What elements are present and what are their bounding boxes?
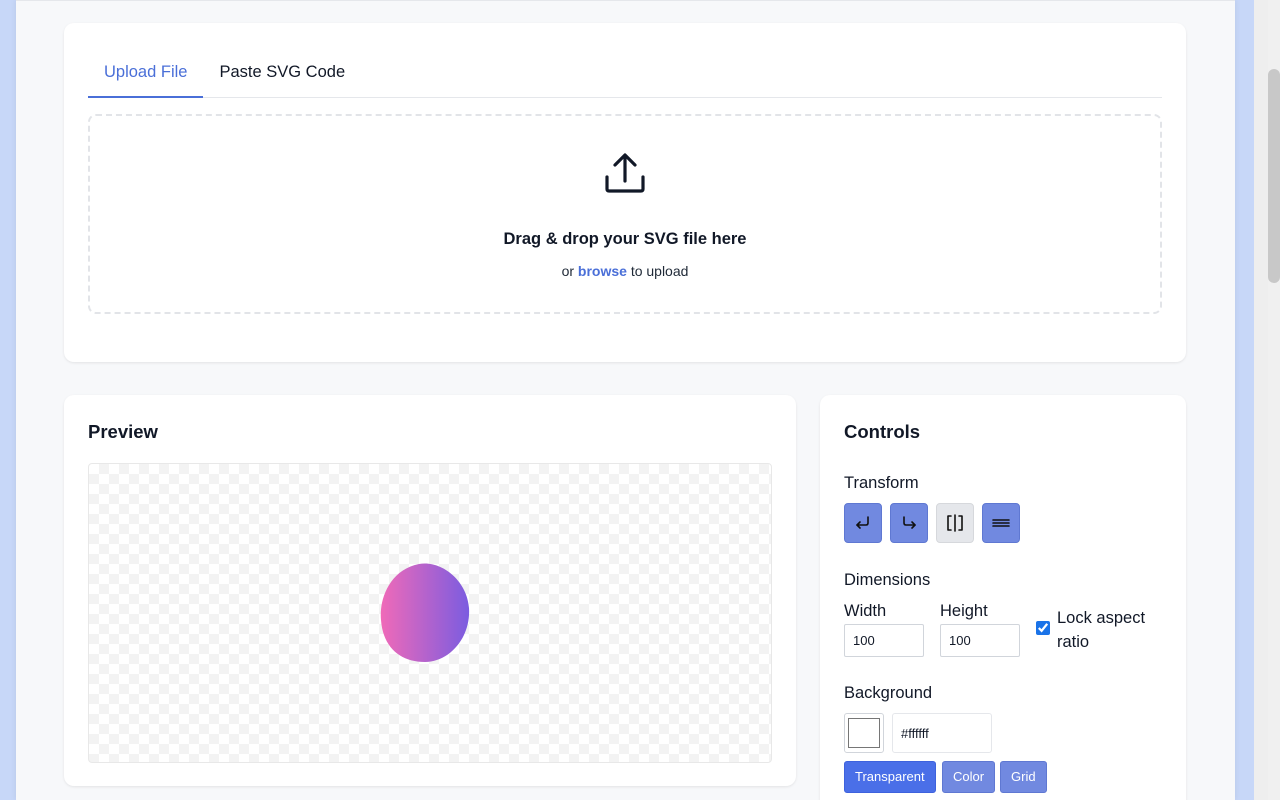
background-color-picker[interactable] <box>844 713 884 753</box>
flip-vertical-icon <box>992 519 1010 527</box>
dropzone-sub-suffix: to upload <box>630 263 689 279</box>
bg-grid-button[interactable]: Grid <box>1000 761 1047 793</box>
preview-svg-shape <box>380 563 470 662</box>
color-swatch-fill <box>848 718 880 748</box>
rotate-left-icon <box>856 516 869 529</box>
preview-title: Preview <box>88 421 158 442</box>
flip-vertical-button[interactable] <box>982 503 1020 543</box>
controls-title: Controls <box>844 421 921 442</box>
input-tabs: Upload File Paste SVG Code <box>88 61 1162 98</box>
bg-transparent-button[interactable]: Transparent <box>844 761 936 793</box>
transform-label: Transform <box>844 474 919 492</box>
lock-aspect-label: Lock aspect ratio <box>1057 609 1146 651</box>
preview-card: Preview <box>64 395 796 786</box>
bg-color-button[interactable]: Color <box>942 761 996 793</box>
dropzone-subtitle: or browse to upload <box>90 263 1160 279</box>
scrollbar-thumb[interactable] <box>1268 69 1280 283</box>
upload-icon <box>605 153 645 193</box>
browse-link[interactable]: browse <box>578 263 627 279</box>
height-input[interactable] <box>940 624 1020 657</box>
page: Upload File Paste SVG Code Drag & drop y… <box>16 0 1235 800</box>
tab-paste-svg-code[interactable]: Paste SVG Code <box>203 61 361 98</box>
tab-upload-file[interactable]: Upload File <box>88 61 204 98</box>
background-hex-input[interactable] <box>892 713 992 753</box>
dropzone-title: Drag & drop your SVG file here <box>503 230 747 248</box>
top-divider <box>16 0 1235 1</box>
flip-horizontal-icon <box>947 514 963 532</box>
upload-card: Upload File Paste SVG Code Drag & drop y… <box>64 23 1186 362</box>
svg-dropzone[interactable]: Drag & drop your SVG file here or browse… <box>88 114 1162 314</box>
flip-horizontal-button[interactable] <box>936 503 974 543</box>
width-label: Width <box>844 602 887 620</box>
rotate-right-icon <box>903 516 916 529</box>
height-label: Height <box>940 602 988 620</box>
lock-aspect-checkbox[interactable] <box>1036 621 1050 635</box>
width-input[interactable] <box>844 624 924 657</box>
side-panel-edge <box>1254 0 1268 800</box>
rotate-right-button[interactable] <box>890 503 928 543</box>
dimensions-label: Dimensions <box>844 571 931 589</box>
background-label: Background <box>844 684 933 702</box>
rotate-left-button[interactable] <box>844 503 882 543</box>
controls-card: Controls Transform Dimensions Width Heig… <box>820 395 1186 800</box>
preview-canvas <box>88 463 772 763</box>
dropzone-sub-prefix: or <box>561 263 575 279</box>
